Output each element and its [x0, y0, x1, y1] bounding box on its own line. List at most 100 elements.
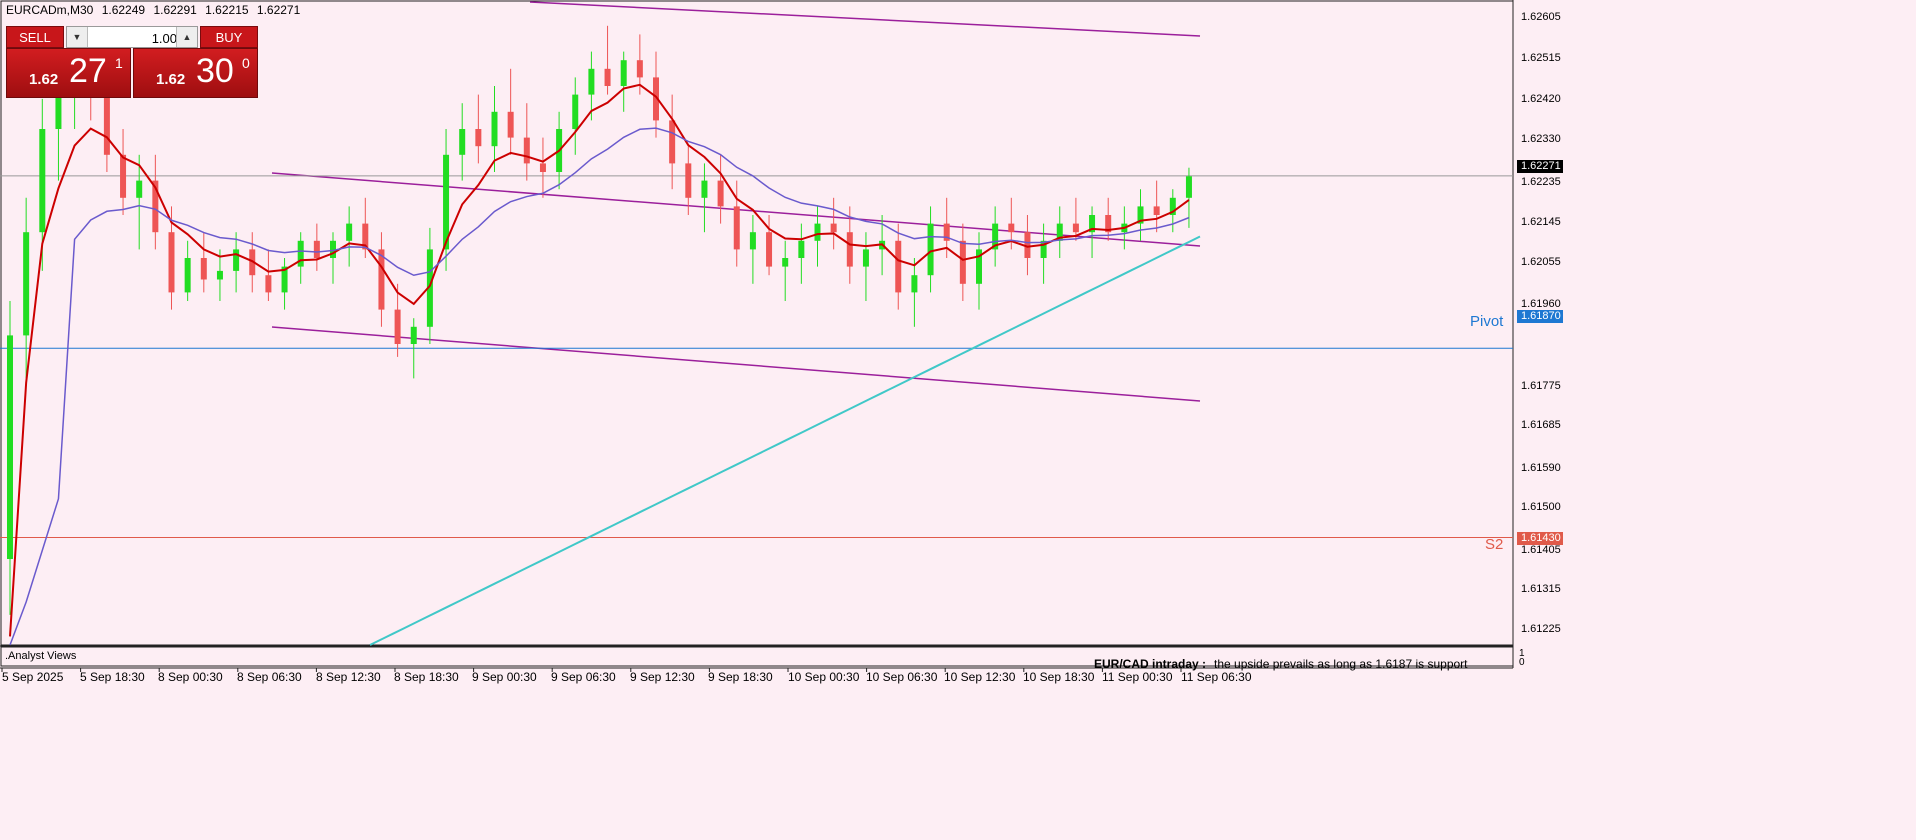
candle-body [507, 111, 514, 138]
candle-body [701, 180, 708, 198]
time-tick: 5 Sep 18:30 [80, 670, 145, 684]
candle-body [394, 309, 401, 344]
candle-body [23, 232, 30, 336]
time-tick: 9 Sep 00:30 [472, 670, 537, 684]
lot-decrease-icon[interactable]: ▼ [67, 27, 88, 47]
time-tick: 9 Sep 18:30 [708, 670, 773, 684]
price-tick: 1.61315 [1521, 583, 1561, 595]
lot-size-stepper[interactable]: ▼ ▲ [66, 26, 198, 48]
candle-body [459, 129, 466, 155]
candle-body [378, 249, 385, 310]
candle-body [830, 223, 837, 233]
time-tick: 10 Sep 18:30 [1023, 670, 1095, 684]
ask-price-button[interactable]: 1.62 30 0 [133, 48, 258, 98]
candle-body [120, 154, 127, 198]
price-chart[interactable] [0, 0, 1916, 840]
candle-body [346, 223, 353, 241]
candle-body [911, 275, 918, 293]
price-tick: 1.61775 [1521, 380, 1561, 392]
candle-body [184, 258, 191, 293]
candle-body [669, 120, 676, 164]
chart-window[interactable]: EURCADm,M30 1.62249 1.62291 1.62215 1.62… [0, 0, 1916, 840]
pivot-price-tag: 1.61870 [1517, 310, 1563, 323]
fast-ma-line [9, 83, 1190, 637]
candle-body [1153, 206, 1160, 215]
candle-body [766, 232, 773, 267]
buy-button[interactable]: BUY [200, 26, 258, 48]
price-tick: 1.62420 [1521, 93, 1561, 105]
price-tick: 1.61225 [1521, 623, 1561, 635]
price-tick: 1.62330 [1521, 133, 1561, 145]
bid-price-prefix: 1.62 [29, 71, 59, 88]
current-price-tag: 1.62271 [1517, 160, 1563, 173]
candle-body [265, 275, 272, 293]
candle-body [39, 129, 46, 233]
bid-price-fraction: 1 [115, 55, 123, 71]
candle-body [136, 180, 143, 198]
time-tick: 10 Sep 00:30 [788, 670, 860, 684]
candle-body [523, 137, 530, 164]
candle-body [927, 223, 934, 276]
time-tick: 10 Sep 12:30 [944, 670, 1016, 684]
ohlc-header: EURCADm,M30 1.62249 1.62291 1.62215 1.62… [6, 3, 305, 17]
price-tick: 1.62235 [1521, 176, 1561, 188]
candle-body [103, 94, 110, 155]
high-value: 1.62291 [153, 3, 197, 17]
price-tick: 1.61960 [1521, 298, 1561, 310]
s2-price-tag: 1.61430 [1517, 532, 1563, 545]
bid-price-pips: 27 [69, 52, 107, 90]
candle-body [620, 60, 627, 86]
close-value: 1.62271 [256, 3, 301, 17]
ask-price-pips: 30 [196, 52, 234, 90]
candle-body [733, 206, 740, 250]
candle-body [233, 249, 240, 271]
candle-body [491, 111, 498, 147]
open-value: 1.62249 [101, 3, 146, 17]
channel-upper-line [529, 1, 1201, 37]
candle-body [1008, 223, 1015, 233]
candle-body [216, 270, 223, 280]
time-tick: 10 Sep 06:30 [866, 670, 938, 684]
candle-body [814, 223, 821, 241]
one-click-trade-panel: SELL ▼ ▲ BUY 1.62 27 1 1.62 30 0 [6, 26, 258, 98]
time-tick: 9 Sep 06:30 [551, 670, 616, 684]
candle-body [572, 94, 579, 129]
candle-body [636, 60, 643, 78]
candle-body [717, 180, 724, 207]
candle-body [895, 240, 902, 293]
s2-label: S2 [1485, 536, 1504, 553]
candle-body [200, 258, 207, 280]
sell-button[interactable]: SELL [6, 26, 64, 48]
indicator-title: .Analyst Views [5, 650, 77, 662]
time-tick: 8 Sep 06:30 [237, 670, 302, 684]
candle-body [685, 163, 692, 198]
candle-body [782, 258, 789, 267]
price-tick: 1.61590 [1521, 462, 1561, 474]
symbol-label: EURCADm,M30 [6, 3, 94, 17]
time-tick: 11 Sep 06:30 [1181, 670, 1252, 684]
lot-size-input[interactable] [89, 28, 179, 48]
analyst-comment: the upside prevails as long as 1.6187 is… [1214, 657, 1468, 671]
time-tick: 8 Sep 18:30 [394, 670, 459, 684]
price-tick: 1.62515 [1521, 52, 1561, 64]
candle-body [1185, 176, 1192, 198]
candle-body [846, 232, 853, 267]
sub-scale-bottom: 0 [1519, 657, 1525, 668]
price-tick: 1.62605 [1521, 11, 1561, 23]
bid-price-button[interactable]: 1.62 27 1 [6, 48, 131, 98]
price-tick: 1.61685 [1521, 419, 1561, 431]
candle-body [588, 68, 595, 95]
candle-body [297, 240, 304, 267]
lot-increase-icon[interactable]: ▲ [176, 27, 197, 47]
analyst-headline: EUR/CAD intraday : [1094, 657, 1207, 671]
candle-body [798, 240, 805, 258]
price-tick: 1.61500 [1521, 501, 1561, 513]
time-tick: 11 Sep 00:30 [1102, 670, 1173, 684]
candle-body [410, 326, 417, 344]
pivot-label: Pivot [1470, 313, 1504, 330]
price-tick: 1.61405 [1521, 544, 1561, 556]
candle-body [7, 335, 13, 559]
candle-body [749, 232, 756, 250]
time-tick: 8 Sep 00:30 [158, 670, 223, 684]
candle-body [168, 232, 175, 293]
